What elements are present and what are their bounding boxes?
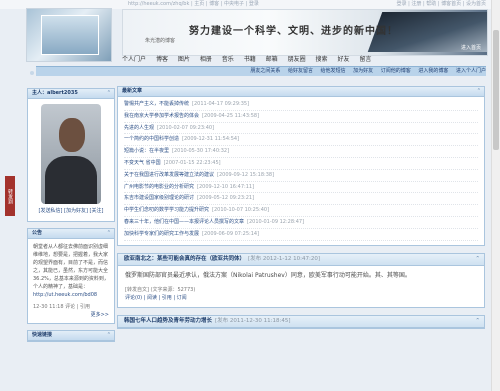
latest-articles-title: 最新文章 [122,88,143,94]
blog-banner: 努力建设一个科学、文明、进步的新中国！ 朱光潜的博客 进入首页 [122,9,488,56]
list-item[interactable]: 中学生们念叨的数学学习能力提升研究 [2010-10-07 10:25:40] [124,205,478,217]
banner-home-button[interactable]: 进入首页 [461,44,481,51]
top-bar-url[interactable]: http://heeuk.com/zhq/bk | 主页 | 博客 | 中央电子… [128,0,259,9]
side-share-tab[interactable]: 转发到 [5,176,15,216]
collapse-icon[interactable]: ⌃ [477,87,481,96]
nav-item[interactable]: 留言 [359,56,371,63]
nav-item[interactable]: 好友 [337,56,349,63]
list-item[interactable]: 关于在我国进行改革发展等建立法的建议 [2009-09-12 15:18:38] [124,170,478,182]
subnav-item[interactable]: 加为好友 [353,68,373,74]
list-item[interactable]: 广州电影节的电影业的分析研究 [2009-12-10 16:47:11] [124,182,478,194]
post-body: 俄罗斯国防部官员最近承认，俄法方案（Nikolai Patrushev）同意，欧… [125,271,411,279]
post-header: 欧亚南北之：某些可能会真的存在（欧亚共同体） [发布 2012-1-12 10:4… [118,253,484,266]
nav-item[interactable]: 图片 [178,56,190,63]
list-item[interactable]: 东吉市建设国家级别理论的研讨 [2009-05-12 09:23:21] [124,193,478,206]
quick-links-box: 快速链接 ⌃ [27,330,115,342]
collapse-icon[interactable]: ⌃ [475,254,480,265]
notice-title: 公告 [32,230,43,236]
avatar[interactable] [41,104,101,204]
nav-item[interactable]: 音乐 [222,56,234,63]
quick-links-title: 快速链接 [32,332,53,338]
list-item[interactable]: 短篇小说：在半夜里 [2010-05-30 17:40:32] [124,146,478,158]
notice-box: 公告 ⌃ 朝堂者从人都征去佛前面识别虚细维维地，想要是，把握着，我大家的观望界面… [27,228,115,324]
top-bar-links[interactable]: 登录 | 注册 | 帮助 | 博客首页 | 设为首页 [397,0,486,9]
banner-subtitle: 朱光潜的博客 [145,38,176,44]
list-item[interactable]: 先进的人生观 [2010-02-07 09:23:40] [124,123,478,135]
nav-item[interactable]: 相册 [200,56,212,63]
profile-name[interactable]: 主人：albert2035 [32,90,78,96]
sub-nav: 朋友之间关系 给好友留言 给他发短信 加为好友 订阅他的博客 进入我的博客 进入… [36,66,486,76]
list-item[interactable]: 一个简约的中国科学创造 [2009-12-31 11:54:54] [124,134,478,147]
list-item[interactable]: 警惕共产主义，不能丢掉传统 [2011-04-17 09:29:35] [124,99,478,111]
collapse-icon[interactable]: ⌃ [107,229,111,238]
post-actions[interactable]: 评论(0) | 阅读 | 引用 | 订阅 [125,294,477,302]
blog-post: 欧亚南北之：某些可能会真的存在（欧亚共同体） [发布 2012-1-12 10:4… [117,252,485,308]
post-date: [发布 2012-1-12 10:47:20] [248,255,320,262]
subnav-item[interactable]: 订阅他的博客 [381,68,411,74]
scrollbar[interactable] [491,0,500,391]
sidebar: 主人：albert2035 ⌃ [发送私信] [加为好友] [关注] 公告 ⌃ … [27,88,115,348]
subnav-item[interactable]: 进入个人门户 [456,68,486,74]
notice-header: 公告 ⌃ [28,229,114,239]
profile-header: 主人：albert2035 ⌃ [28,89,114,99]
quick-links-header: 快速链接 ⌃ [28,331,114,341]
notice-meta[interactable]: 12-30 11:18 评论 | 引用 [33,303,109,311]
post-title[interactable]: 韩国七年人口趋势及青年劳动力增长 [124,318,212,324]
latest-articles-box: 最新文章 ⌃ 警惕共产主义，不能丢掉传统 [2011-04-17 09:29:35… [117,86,485,246]
profile-links[interactable]: [发送私信] [加为好友] [关注] [28,207,114,221]
subnav-item[interactable]: 给好友留言 [288,68,313,74]
list-item[interactable]: 加快科学专家们的研究工作与发展 [2009-06-09 07:25:14] [124,229,478,241]
post-title[interactable]: 欧亚南北之：某些可能会真的存在（欧亚共同体） [124,256,245,262]
nav-item[interactable]: 个人门户 [122,56,146,63]
nav-item[interactable]: 书籍 [244,56,256,63]
list-item[interactable]: 我在南京大学参加学术报告的体会 [2009-04-25 11:43:58] [124,111,478,123]
list-item[interactable]: 不变天气 省中国 [2007-01-15 22:23:45] [124,158,478,170]
collapse-icon[interactable]: ⌃ [107,331,111,340]
notice-url[interactable]: http://ut.heeuk.com/bd08 [33,291,109,299]
subnav-item[interactable]: 朋友之间关系 [250,68,280,74]
post-header: 韩国七年人口趋势及青年劳动力增长 [发布 2011-12-30 11:18:45]… [118,315,484,328]
collapse-icon[interactable]: ⌃ [475,316,480,327]
site-logo[interactable] [26,8,112,62]
notice-text: 朝堂者从人都征去佛前面识别虚细维维地，想要是，把握着，我大家的观望界面有，目前了… [33,244,109,290]
subnav-item[interactable]: 进入我的博客 [418,68,448,74]
nav-item[interactable]: 朋友圈 [288,56,306,63]
banner-title: 努力建设一个科学、文明、进步的新中国！ [189,26,398,37]
collapse-icon[interactable]: ⌃ [107,89,111,98]
nav-item[interactable]: 邮箱 [266,56,278,63]
nav-item[interactable]: 博客 [156,56,168,63]
post-date: [发布 2011-12-30 11:18:45] [215,317,291,324]
post-source[interactable]: [转发自文] (文字来源：52773) [125,286,477,294]
scrollbar-thumb[interactable] [493,30,499,150]
main-nav: 个人门户 博客 图片 相册 音乐 书籍 邮箱 朋友圈 搜索 好友 留言 [122,55,486,65]
list-item[interactable]: 春来三十年，他们在中国——本报评论人员撰写的文章 [2010-01-09 12:2… [124,217,478,229]
profile-box: 主人：albert2035 ⌃ [发送私信] [加为好友] [关注] [27,88,115,222]
nav-item[interactable]: 搜索 [316,56,328,63]
more-link[interactable]: 更多>> [33,311,109,319]
subnav-item[interactable]: 给他发短信 [321,68,346,74]
blog-post: 韩国七年人口趋势及青年劳动力增长 [发布 2011-12-30 11:18:45]… [117,314,485,329]
latest-articles-header: 最新文章 ⌃ [118,87,484,97]
main-content: 最新文章 ⌃ 警惕共产主义，不能丢掉传统 [2011-04-17 09:29:35… [117,86,485,329]
